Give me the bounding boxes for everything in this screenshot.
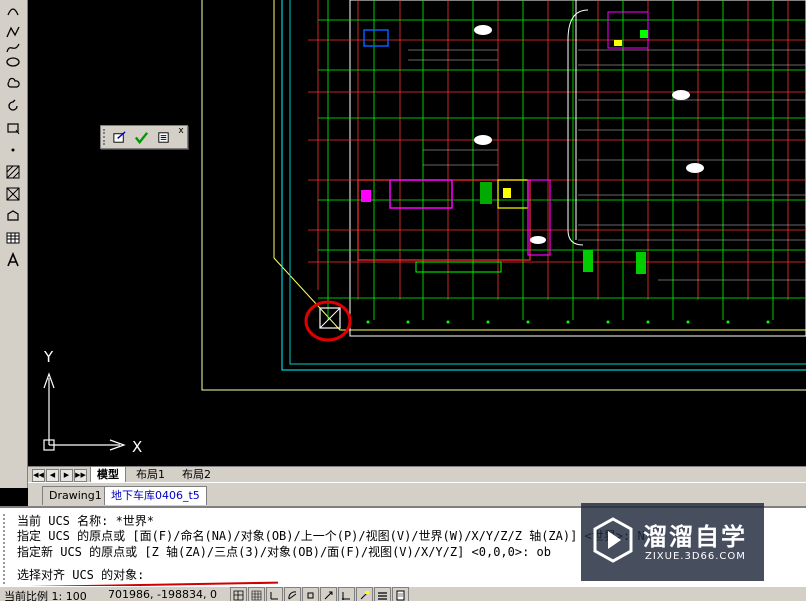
text-icon[interactable] [2,250,24,270]
tab-nav-prev-icon[interactable]: ◀ [46,469,59,482]
current-scale: 当前比例 1: 100 [4,590,87,601]
checkmark-icon[interactable] [132,128,150,146]
otrack-icon[interactable] [320,587,337,601]
close-icon[interactable]: x [176,126,186,136]
command-history-line: 指定 UCS 的原点或 [面(F)/命名(NA)/对象(OB)/上一个(P)/视… [17,529,645,543]
draw-toolbar [0,0,28,488]
watermark: 溜溜自学 ZIXUE.3D66.COM [581,503,764,581]
arc-icon[interactable] [2,0,24,20]
command-history-line: 指定新 UCS 的原点或 [Z 轴(ZA)/三点(3)/对象(OB)/面(F)/… [17,545,552,559]
floating-ucs-toolbar: x [100,125,188,149]
ucs-edit-icon[interactable] [110,128,128,146]
tab-nav-next-icon[interactable]: ▶ [60,469,73,482]
point-icon[interactable] [2,140,24,160]
snap-icon[interactable] [230,587,247,601]
ucs-x-label: X [132,438,142,456]
gradient-icon[interactable] [2,184,24,204]
region-icon[interactable] [2,206,24,226]
tab-nav-last-icon[interactable]: ▶▶ [74,469,87,482]
quick-properties-icon[interactable] [392,587,409,601]
document-tab-garage[interactable]: 地下车库0406_t5 [104,486,207,505]
tab-nav-first-icon[interactable]: ◀◀ [32,469,45,482]
layout-tab-bar: ◀◀ ◀ ▶ ▶▶ 模型 布局1 布局2 [28,466,806,483]
ducs-icon[interactable] [338,587,355,601]
drawing-canvas[interactable]: Y X [28,0,806,466]
tab-layout1[interactable]: 布局1 [130,467,171,482]
polar-icon[interactable] [284,587,301,601]
tab-model[interactable]: 模型 [90,467,126,483]
watermark-url: ZIXUE.3D66.COM [645,551,746,562]
document-tab-drawing1[interactable]: Drawing1 [42,486,109,505]
block-icon[interactable] [2,118,24,138]
ucs-manager-icon[interactable] [154,128,172,146]
osnap-icon[interactable] [302,587,319,601]
ellipse-icon[interactable] [2,52,24,72]
revision-cloud-icon[interactable] [2,74,24,94]
grid-icon[interactable] [248,587,265,601]
watermark-title: 溜溜自学 [643,523,747,551]
ucs-y-label: Y [43,348,54,366]
ucs-icon: Y X [43,348,142,456]
ortho-icon[interactable] [266,587,283,601]
command-prompt[interactable]: 选择对齐 UCS 的对象: [17,568,144,583]
cad-application-window: Y X x ◀◀ ◀ ▶ ▶▶ 模型 布局1 布局2 Drawing1 地下车库… [0,0,806,601]
watermark-logo-icon [593,517,633,563]
rotate-icon[interactable] [2,96,24,116]
lineweight-icon[interactable] [374,587,391,601]
command-line-grip[interactable] [3,514,11,584]
hatch-icon[interactable] [2,162,24,182]
tab-layout2[interactable]: 布局2 [176,467,217,482]
cursor-coordinates[interactable]: 701986, -198834, 0 [108,588,217,601]
toolbar-grip[interactable] [103,129,109,145]
table-icon[interactable] [2,228,24,248]
dyn-icon[interactable] [356,587,373,601]
command-history-line: 当前 UCS 名称: *世界* [17,514,155,528]
status-bar: 当前比例 1: 100 701986, -198834, 0 [0,586,806,601]
floor-plan-drawing: Y X [43,0,806,456]
